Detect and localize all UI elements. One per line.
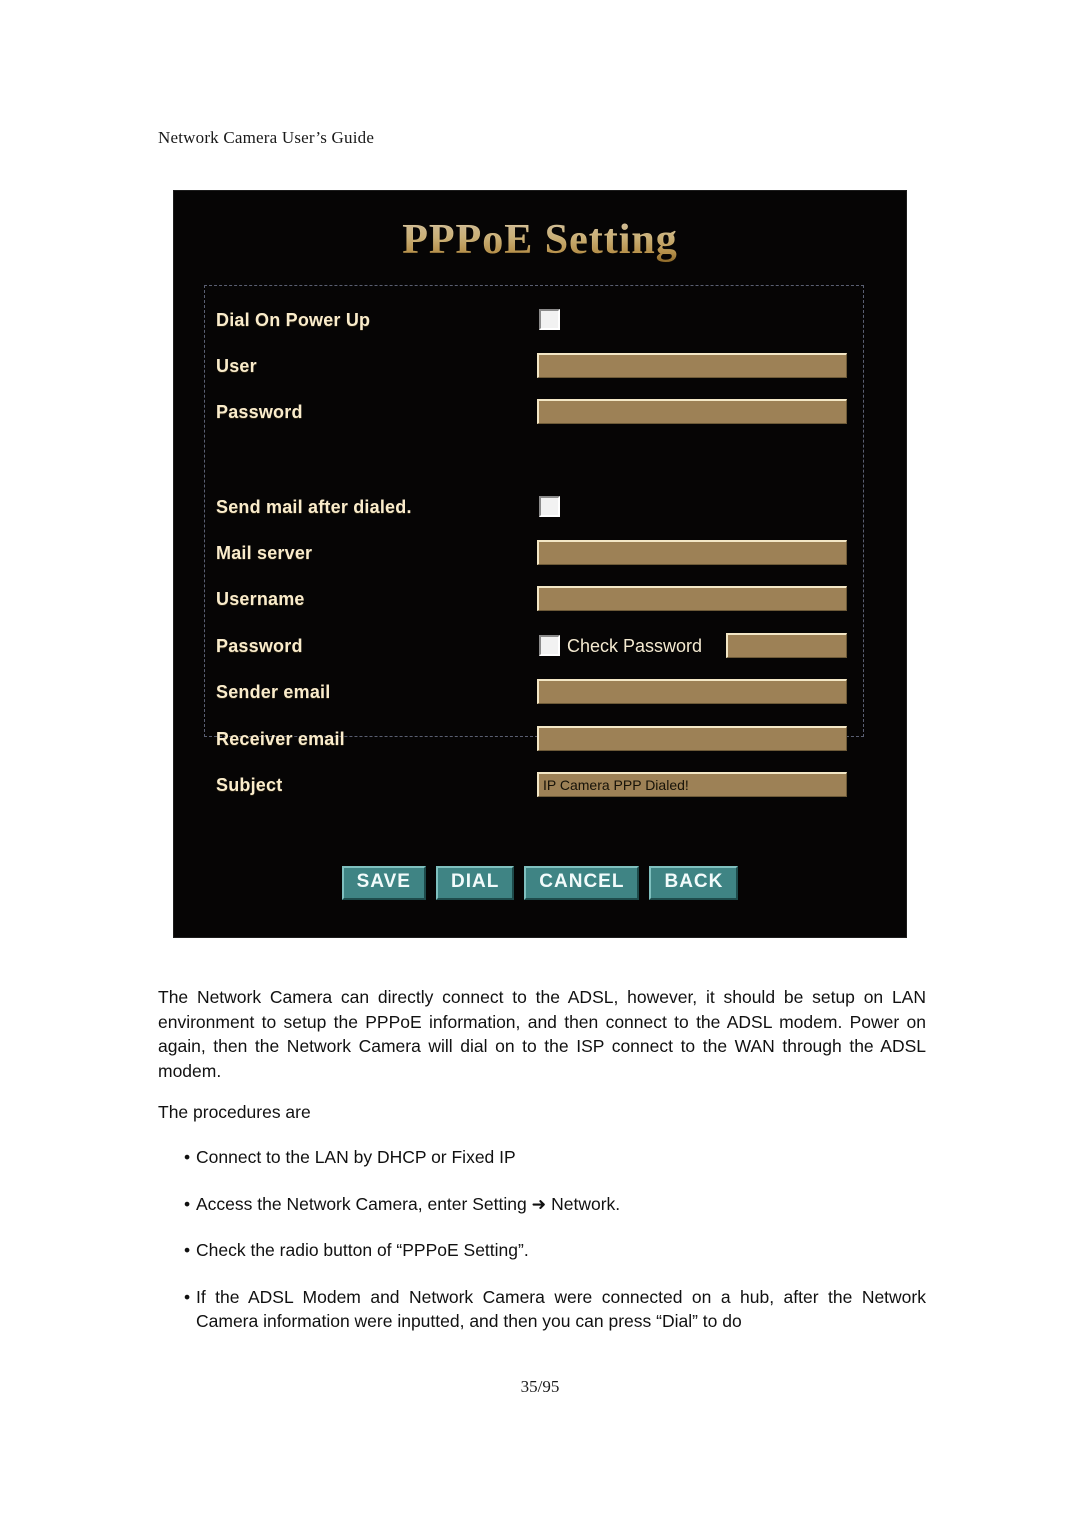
bullet-icon: •	[184, 1240, 191, 1260]
label-mail-server: Mail server	[216, 543, 313, 563]
list-item: • Access the Network Camera, enter Setti…	[158, 1192, 926, 1217]
input-receiver-email[interactable]	[537, 726, 847, 751]
label-send-mail-after-dialed: Send mail after dialed.	[216, 497, 412, 517]
form-row-sender-email: Sender email	[205, 679, 863, 709]
list-item: • Connect to the LAN by DHCP or Fixed IP	[158, 1145, 926, 1170]
checkbox-send-mail-after-dialed[interactable]	[539, 496, 560, 517]
list-item-label: Access the Network Camera, enter Setting…	[196, 1193, 621, 1214]
input-subject[interactable]: IP Camera PPP Dialed!	[537, 772, 847, 797]
bullet-icon: •	[184, 1193, 191, 1214]
input-sender-email[interactable]	[537, 679, 847, 704]
form-row-send-mail-after-dialed: Send mail after dialed.	[205, 494, 863, 524]
back-button[interactable]: BACK	[649, 866, 739, 900]
label-dial-on-power-up: Dial On Power Up	[216, 310, 371, 330]
label-mail-password: Password	[216, 636, 303, 656]
input-password[interactable]	[537, 399, 847, 424]
label-check-password: Check Password	[567, 636, 703, 656]
save-button[interactable]: SAVE	[341, 866, 426, 900]
input-username[interactable]	[537, 586, 847, 611]
label-user: User	[216, 356, 257, 376]
bullet-icon: •	[184, 1147, 191, 1167]
form-row-receiver-email: Receiver email	[205, 726, 863, 756]
bullet-icon: •	[184, 1286, 191, 1307]
form-row-password: Password	[205, 399, 863, 429]
page-number: 35/95	[520, 1377, 560, 1396]
label-password: Password	[216, 402, 303, 422]
list-item: • If the ADSL Modem and Network Camera w…	[158, 1285, 926, 1334]
input-user[interactable]	[537, 353, 847, 378]
form-row-dial-on-power-up: Dial On Power Up	[205, 307, 863, 337]
pppoe-setting-panel: PPPoE Setting Dial On Power Up User Pass…	[173, 190, 907, 938]
page-title: PPPoE Setting	[173, 216, 907, 264]
document-header: Network Camera User’s Guide	[158, 128, 375, 147]
checkbox-dial-on-power-up[interactable]	[539, 309, 560, 330]
form-row-mail-password: Password Check Password	[205, 633, 863, 663]
procedures-list: • Connect to the LAN by DHCP or Fixed IP…	[158, 1145, 926, 1356]
cancel-button[interactable]: CANCEL	[524, 866, 640, 900]
checkbox-check-password[interactable]	[539, 635, 560, 656]
label-sender-email: Sender email	[216, 682, 331, 702]
description-paragraph: The Network Camera can directly connect …	[158, 987, 926, 1081]
label-receiver-email: Receiver email	[216, 729, 345, 749]
pppoe-form-fieldset: Dial On Power Up User Password Send mail…	[204, 285, 864, 797]
list-item-label: Connect to the LAN by DHCP or Fixed IP	[196, 1147, 516, 1167]
input-mail-password[interactable]	[726, 633, 847, 658]
form-row-username: Username	[205, 586, 863, 616]
dial-button[interactable]: DIAL	[435, 866, 515, 900]
list-item: • Check the radio button of “PPPoE Setti…	[158, 1238, 926, 1263]
list-item-label: Check the radio button of “PPPoE Setting…	[196, 1240, 529, 1260]
form-button-bar: SAVE DIAL CANCEL BACK	[173, 866, 907, 900]
list-item-label: If the ADSL Modem and Network Camera wer…	[196, 1286, 926, 1332]
input-mail-server[interactable]	[537, 540, 847, 565]
form-row-user: User	[205, 353, 863, 383]
procedures-intro: The procedures are	[158, 1102, 311, 1122]
label-subject: Subject	[216, 775, 283, 795]
label-username: Username	[216, 589, 305, 609]
form-row-subject: Subject IP Camera PPP Dialed!	[205, 772, 863, 802]
form-row-mail-server: Mail server	[205, 540, 863, 570]
